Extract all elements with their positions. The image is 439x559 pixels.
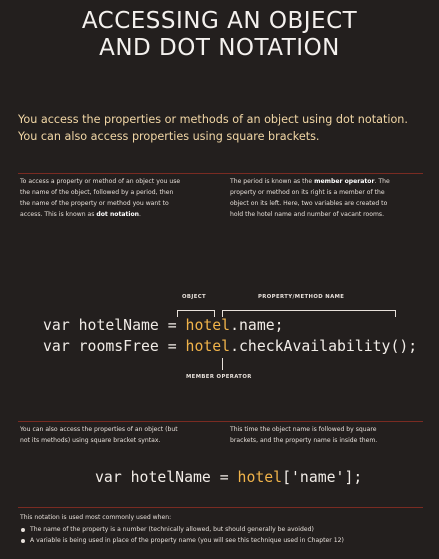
section2-right-text: This time the object name is followed by… bbox=[230, 424, 430, 446]
list-item: A variable is being used in place of the… bbox=[20, 535, 344, 546]
object-name-hotel-3: hotel bbox=[237, 469, 283, 486]
s1-left-line-2: the name of the object, followed by a pe… bbox=[20, 189, 174, 196]
notes-intro: This notation is used most commonly used… bbox=[20, 514, 172, 521]
section1-left-text: To access a property or method of an obj… bbox=[20, 176, 210, 220]
s1-left-line-4: access. This is known as dot notation. bbox=[20, 211, 141, 218]
s1-right-line-4: hold the hotel name and number of vacant… bbox=[230, 211, 385, 218]
label-property-method-name: PROPERTY/METHOD NAME bbox=[258, 294, 345, 300]
bracket-object-left bbox=[177, 310, 178, 317]
member-operator-pointer bbox=[222, 358, 223, 370]
code-line-bracket: var hotelName = hotel['name']; bbox=[95, 469, 363, 486]
s1-left-line-1: To access a property or method of an obj… bbox=[20, 178, 181, 185]
title-line-1: ACCESSING AN OBJECT bbox=[81, 8, 358, 34]
list-item: The name of the property is a number (te… bbox=[20, 524, 344, 535]
title-line-2: AND DOT NOTATION bbox=[99, 35, 340, 61]
section2-left-text: You can also access the properties of an… bbox=[20, 424, 220, 446]
s1-right-line-1: The period is known as the member operat… bbox=[230, 178, 390, 185]
intro-line-2: You can also access properties using squ… bbox=[18, 130, 320, 143]
s1-right-line-2: property or method on its right is a mem… bbox=[230, 189, 385, 196]
s2-right-line-2: brackets, and the property name is insid… bbox=[230, 437, 378, 444]
divider-middle bbox=[18, 421, 423, 422]
divider-top bbox=[18, 173, 423, 174]
s2-right-line-1: This time the object name is followed by… bbox=[230, 426, 377, 433]
intro-line-1: You access the properties or methods of … bbox=[18, 113, 408, 126]
object-name-hotel: hotel bbox=[185, 317, 231, 334]
intro-text: You access the properties or methods of … bbox=[18, 111, 428, 145]
s2-left-line-1: You can also access the properties of an… bbox=[20, 426, 178, 433]
section1-right-text: The period is known as the member operat… bbox=[230, 176, 430, 220]
label-member-operator: MEMBER OPERATOR bbox=[186, 374, 252, 380]
label-object: OBJECT bbox=[182, 294, 207, 300]
divider-bottom bbox=[18, 507, 423, 508]
member-operator-term: member operator bbox=[314, 178, 375, 185]
s1-right-line-3: object on its left. Here, two variables … bbox=[230, 200, 388, 207]
bracket-property-right bbox=[395, 310, 396, 317]
bracket-property-top bbox=[222, 310, 396, 311]
s2-left-line-2: not its methods) using square bracket sy… bbox=[20, 437, 161, 444]
code-line-1: var hotelName = hotel.name; bbox=[43, 317, 284, 334]
page-title: ACCESSING AN OBJECT AND DOT NOTATION bbox=[0, 8, 439, 62]
bracket-property-left bbox=[222, 310, 223, 317]
code-line-2: var roomsFree = hotel.checkAvailability(… bbox=[43, 338, 418, 355]
dot-notation-term: dot notation bbox=[96, 211, 140, 218]
notes-list: The name of the property is a number (te… bbox=[20, 524, 344, 546]
bracket-object-right bbox=[214, 310, 215, 317]
object-name-hotel-2: hotel bbox=[185, 338, 231, 355]
s1-left-line-3: the name of the property or method you w… bbox=[20, 200, 169, 207]
bracket-object-top bbox=[177, 310, 215, 311]
